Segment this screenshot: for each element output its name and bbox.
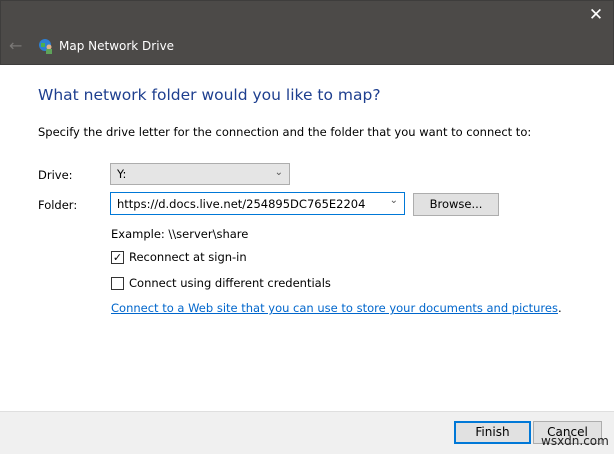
- watermark: wsxdn.com: [541, 434, 609, 448]
- checkbox-checked-icon[interactable]: ✓: [111, 250, 124, 264]
- page-heading: What network folder would you like to ma…: [38, 86, 381, 104]
- finish-button[interactable]: Finish: [454, 421, 531, 444]
- web-site-link-row: Connect to a Web site that you can use t…: [111, 301, 562, 315]
- reconnect-label: Reconnect at sign-in: [129, 250, 247, 264]
- instruction-text: Specify the drive letter for the connect…: [38, 125, 532, 139]
- example-text: Example: \\server\share: [111, 227, 249, 241]
- browse-button[interactable]: Browse...: [413, 193, 499, 216]
- window-title: Map Network Drive: [59, 39, 175, 53]
- title-bar: ✕ ← Map Network Drive: [0, 0, 614, 65]
- drive-value: Y:: [117, 167, 127, 181]
- chevron-down-icon: ⌄: [274, 167, 283, 178]
- credentials-checkbox[interactable]: Connect using different credentials: [111, 276, 331, 290]
- folder-label: Folder:: [38, 198, 78, 212]
- close-button[interactable]: ✕: [579, 1, 613, 31]
- web-site-link[interactable]: Connect to a Web site that you can use t…: [111, 301, 558, 315]
- checkbox-unchecked-icon[interactable]: [111, 276, 124, 290]
- link-period: .: [557, 301, 562, 315]
- folder-input[interactable]: https://d.docs.live.net/254895DC765E2204: [117, 197, 365, 211]
- network-drive-icon: [39, 39, 52, 54]
- credentials-label: Connect using different credentials: [129, 276, 331, 290]
- reconnect-checkbox[interactable]: ✓ Reconnect at sign-in: [111, 250, 247, 264]
- chevron-down-icon[interactable]: ⌄: [390, 195, 398, 206]
- drive-select[interactable]: Y: ⌄: [110, 163, 290, 185]
- folder-combobox[interactable]: https://d.docs.live.net/254895DC765E2204…: [110, 192, 405, 215]
- drive-label: Drive:: [38, 168, 73, 182]
- back-arrow-icon[interactable]: ←: [9, 36, 22, 55]
